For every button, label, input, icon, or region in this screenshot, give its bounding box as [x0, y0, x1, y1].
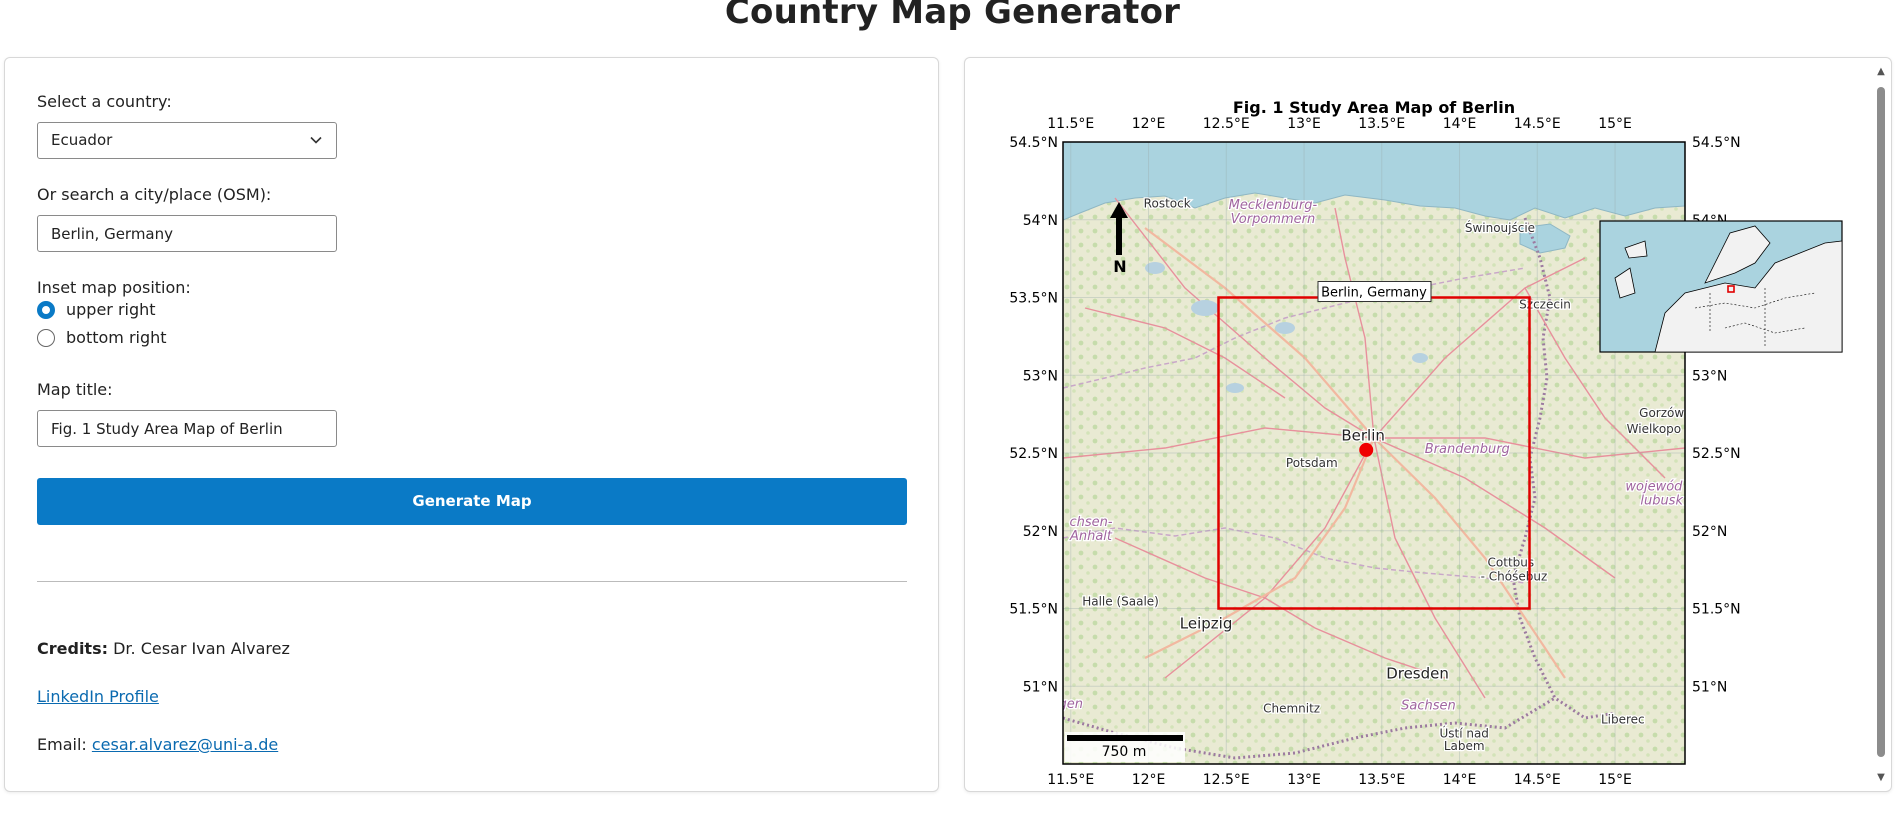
lon-tick-bottom: 13.5°E: [1358, 772, 1405, 788]
divider: [37, 581, 907, 582]
lon-tick-top: 15°E: [1598, 116, 1632, 132]
place-label: wojewód: [1625, 479, 1683, 494]
country-select-value: Ecuador: [51, 131, 113, 149]
place-label: Leipzig: [1180, 615, 1233, 633]
lat-tick-right: 54.5°N: [1692, 135, 1741, 151]
place-label: Wielkopo: [1627, 422, 1681, 436]
place-label: Mecklenburg-: [1229, 198, 1318, 213]
map-figure: Fig. 1 Study Area Map of Berlin 11.5°E 12…: [1009, 98, 1843, 788]
place-label: Halle (Saale): [1082, 594, 1159, 608]
lon-tick-bottom: 14.5°E: [1514, 772, 1561, 788]
credits-label: Credits:: [37, 639, 108, 658]
radio-upper-right-indicator[interactable]: [37, 300, 55, 319]
place-label: Szczecin: [1519, 297, 1571, 311]
place-label: Potsdam: [1286, 456, 1338, 470]
place-label: Anhalt: [1069, 529, 1113, 544]
email-label: Email:: [37, 735, 87, 754]
lon-ticks-bottom: 11.5°E 12°E 12.5°E 13°E 13.5°E 14°E 14.5°E 15°E: [1047, 772, 1632, 788]
place-label: Liberec: [1601, 713, 1645, 727]
scroll-up-icon[interactable]: ▲: [1874, 66, 1888, 78]
lon-tick-top: 14.5°E: [1514, 116, 1561, 132]
inset-map: [1599, 220, 1843, 353]
lat-tick-left: 51.5°N: [1009, 602, 1058, 618]
radio-bottom-right[interactable]: bottom right: [37, 328, 167, 347]
scale-bar: 750 m: [1065, 732, 1185, 762]
lat-ticks-left: 54.5°N 54°N 53.5°N 53°N 52.5°N 52°N 51.5°N 51°N: [1009, 135, 1058, 695]
lat-tick-left: 54°N: [1023, 213, 1058, 229]
scroll-down-icon[interactable]: ▼: [1874, 772, 1888, 784]
lon-tick-top: 13°E: [1287, 116, 1321, 132]
place-label: Chemnitz: [1263, 702, 1320, 716]
credits-name: Dr. Cesar Ivan Alvarez: [113, 639, 290, 658]
radio-bottom-right-label: bottom right: [66, 328, 167, 347]
email-link[interactable]: cesar.alvarez@uni-a.de: [92, 735, 278, 754]
lon-tick-top: 11.5°E: [1047, 116, 1094, 132]
email-line: Email: cesar.alvarez@uni-a.de: [37, 735, 278, 754]
map-title: Fig. 1 Study Area Map of Berlin: [1233, 98, 1515, 117]
generate-map-button[interactable]: Generate Map: [37, 478, 907, 525]
lat-tick-left: 54.5°N: [1009, 135, 1058, 151]
city-search-label: Or search a city/place (OSM):: [37, 185, 272, 204]
north-label: N: [1113, 257, 1126, 276]
lat-tick-left: 53.5°N: [1009, 291, 1058, 307]
city-marker: [1359, 442, 1374, 457]
lat-tick-left: 52.5°N: [1009, 446, 1058, 462]
radio-bottom-right-indicator[interactable]: [37, 328, 55, 347]
lon-tick-top: 12.5°E: [1203, 116, 1250, 132]
scrollbar[interactable]: ▲ ▼: [1874, 66, 1888, 784]
country-select[interactable]: Ecuador: [37, 122, 337, 159]
lon-tick-bottom: 14°E: [1443, 772, 1477, 788]
lon-tick-bottom: 13°E: [1287, 772, 1321, 788]
country-label: Select a country:: [37, 92, 172, 111]
city-search-input[interactable]: [37, 215, 337, 252]
credits-line: Credits: Dr. Cesar Ivan Alvarez: [37, 639, 290, 658]
place-label: Rostock: [1144, 196, 1191, 210]
place-label: Berlin: [1341, 427, 1385, 445]
lon-ticks-top: 11.5°E 12°E 12.5°E 13°E 13.5°E 14°E 14.5°E 15°E: [1047, 116, 1632, 132]
scrollbar-thumb[interactable]: [1877, 87, 1885, 757]
lat-tick-left: 53°N: [1023, 368, 1058, 384]
map-title-input[interactable]: [37, 410, 337, 447]
map-output-panel: Fig. 1 Study Area Map of Berlin 11.5°E 12…: [964, 57, 1892, 792]
radio-upper-right[interactable]: upper right: [37, 300, 156, 319]
place-label: Świnoujście: [1465, 220, 1535, 235]
place-label: Sachsen: [1401, 699, 1456, 714]
place-label: Dresden: [1386, 664, 1449, 682]
lon-tick-top: 13.5°E: [1358, 116, 1405, 132]
controls-panel: Select a country: Ecuador Or search a ci…: [4, 57, 939, 792]
place-label: gen: [1059, 697, 1084, 712]
place-label: Cottbus: [1488, 556, 1535, 570]
lat-tick-left: 52°N: [1023, 524, 1058, 540]
lat-tick-left: 51°N: [1023, 679, 1058, 695]
lon-tick-bottom: 15°E: [1598, 772, 1632, 788]
place-label: Vorpommern: [1231, 212, 1316, 227]
lat-tick-right: 51°N: [1692, 679, 1727, 695]
lat-ticks-right: 54.5°N54°N53.5°N53°N52.5°N52°N51.5°N51°N: [1692, 135, 1741, 695]
linkedin-link[interactable]: LinkedIn Profile: [37, 687, 159, 706]
place-label: Labem: [1444, 739, 1485, 753]
map-title-label: Map title:: [37, 380, 113, 399]
lon-tick-bottom: 11.5°E: [1047, 772, 1094, 788]
lon-tick-bottom: 12.5°E: [1203, 772, 1250, 788]
lon-tick-top: 12°E: [1132, 116, 1166, 132]
lon-tick-bottom: 12°E: [1132, 772, 1166, 788]
lat-tick-right: 51.5°N: [1692, 602, 1741, 618]
lat-tick-right: 52.5°N: [1692, 446, 1741, 462]
place-label: - Chóśebuz: [1481, 570, 1548, 584]
place-label: Brandenburg: [1425, 442, 1510, 457]
place-label: lubusk: [1640, 493, 1683, 508]
page-title: Country Map Generator: [724, 0, 1181, 32]
study-area-label: Berlin, Germany: [1317, 281, 1432, 302]
lon-tick-top: 14°E: [1443, 116, 1477, 132]
lat-tick-right: 52°N: [1692, 524, 1727, 540]
place-label: Gorzów: [1639, 406, 1684, 420]
svg-text:Berlin, Germany: Berlin, Germany: [1321, 286, 1427, 301]
place-label: chsen-: [1069, 515, 1112, 530]
scale-label: 750 m: [1102, 744, 1147, 760]
lat-tick-right: 53°N: [1692, 368, 1727, 384]
inset-position-label: Inset map position:: [37, 278, 191, 297]
radio-upper-right-label: upper right: [66, 300, 156, 319]
basemap: Rostock Mecklenburg-Vorpommern Świnoujście…: [1059, 142, 1685, 764]
chevron-down-icon: [309, 133, 323, 151]
